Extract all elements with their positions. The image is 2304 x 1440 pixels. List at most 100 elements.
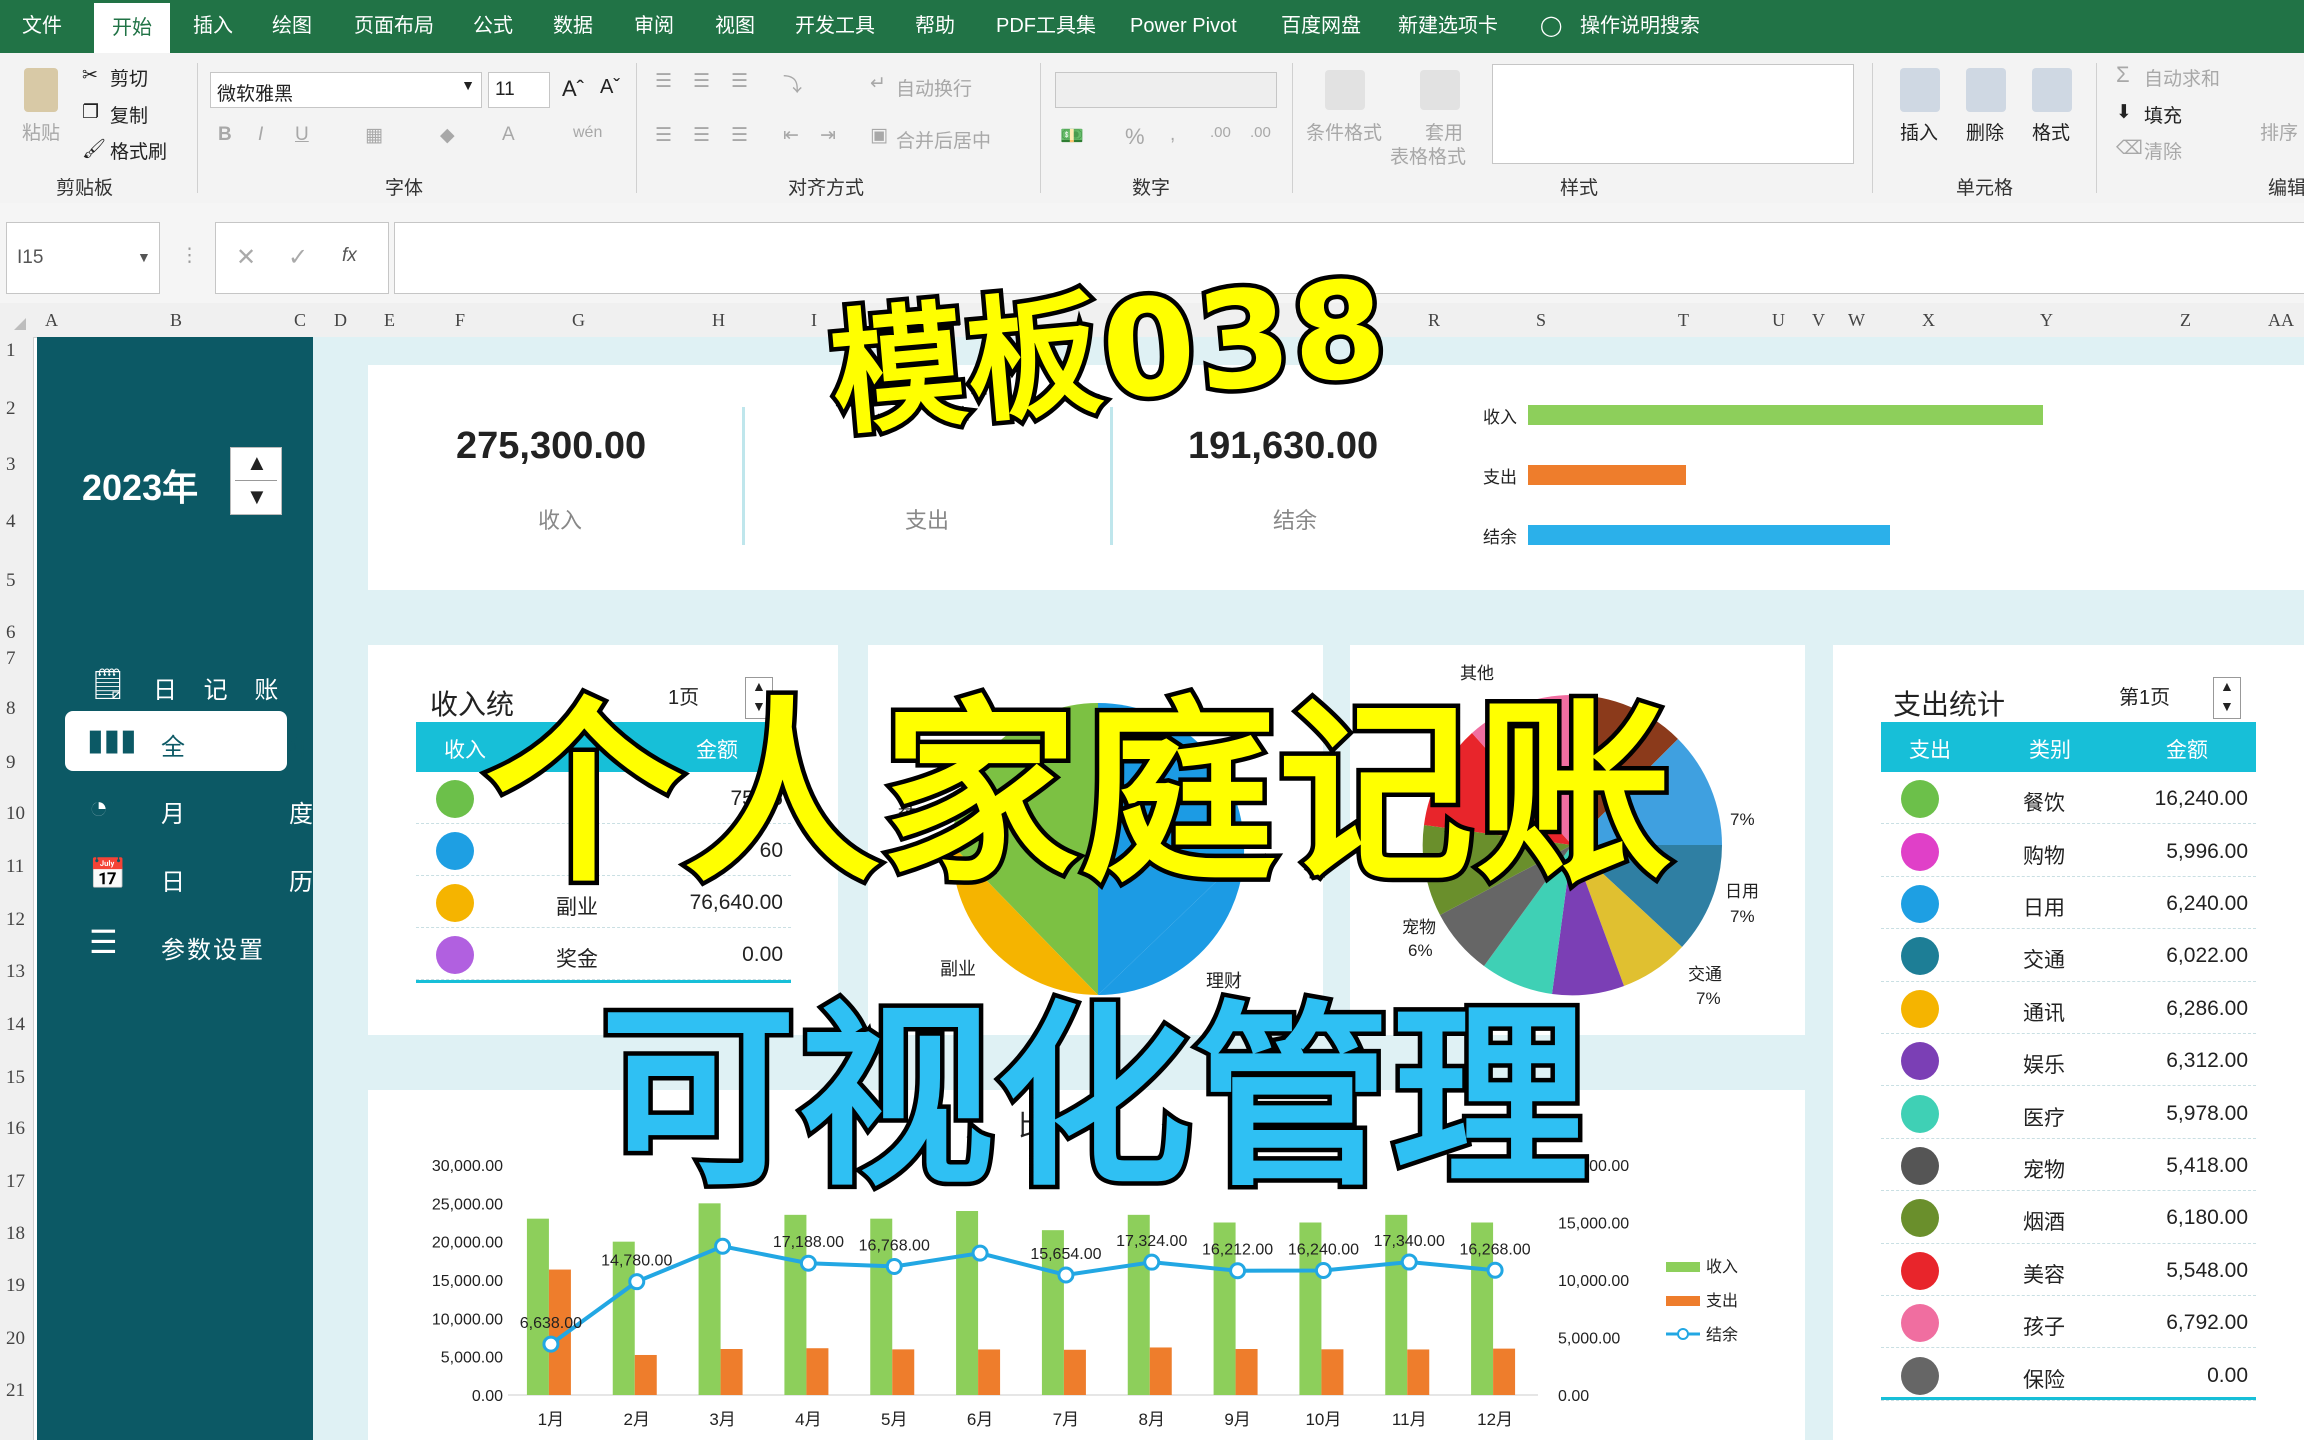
row-header[interactable]: 6 xyxy=(6,622,16,644)
fill-color-icon[interactable]: ◆ xyxy=(440,124,455,147)
col-header[interactable]: Z xyxy=(2180,310,2191,331)
autosum-button[interactable]: 自动求和 xyxy=(2144,64,2220,91)
align-bottom-icon[interactable]: ☰ xyxy=(731,70,748,93)
clear-button[interactable]: 清除 xyxy=(2144,137,2182,164)
tab-file[interactable]: 文件 xyxy=(22,0,62,53)
row-header[interactable]: 12 xyxy=(6,909,25,931)
row-header[interactable]: 3 xyxy=(6,454,16,476)
comma-icon[interactable]: , xyxy=(1170,124,1175,146)
paste-label[interactable]: 粘贴 xyxy=(22,118,60,145)
insert-cells-icon[interactable] xyxy=(1900,68,1940,112)
col-header[interactable]: R xyxy=(1428,310,1440,331)
currency-icon[interactable]: 💵 xyxy=(1060,124,1084,148)
tab-data[interactable]: 数据 xyxy=(553,0,593,53)
row-header[interactable]: 2 xyxy=(6,398,16,420)
conditional-format-icon[interactable] xyxy=(1325,70,1365,110)
col-header[interactable]: V xyxy=(1812,310,1825,331)
row-header[interactable]: 1 xyxy=(6,340,16,362)
format-as-table-label-2[interactable]: 表格格式 xyxy=(1390,142,1466,169)
cancel-icon[interactable]: ✕ xyxy=(236,243,256,272)
name-box[interactable]: I15 ▼ xyxy=(6,222,160,294)
row-header[interactable]: 17 xyxy=(6,1171,25,1193)
col-header[interactable]: T xyxy=(1678,310,1689,331)
col-header[interactable]: A xyxy=(45,310,58,331)
tab-baidu-netdisk[interactable]: 百度网盘 xyxy=(1281,0,1361,53)
format-cells-icon[interactable] xyxy=(2032,68,2072,112)
col-header[interactable]: B xyxy=(170,310,182,331)
decrease-font-icon[interactable]: Aˇ xyxy=(600,76,620,99)
decrease-decimal-icon[interactable]: .00 xyxy=(1250,124,1271,141)
row-header[interactable]: 19 xyxy=(6,1275,25,1297)
percent-icon[interactable]: % xyxy=(1125,124,1145,150)
col-header[interactable]: E xyxy=(384,310,395,331)
tab-formulas[interactable]: 公式 xyxy=(473,0,513,53)
tab-new-tab[interactable]: 新建选项卡 xyxy=(1398,0,1498,53)
select-all-corner[interactable] xyxy=(14,318,26,330)
expense-page-spinner[interactable]: ▲ ▼ xyxy=(2213,677,2241,719)
format-cells-button[interactable]: 格式 xyxy=(2032,118,2070,145)
row-header[interactable]: 16 xyxy=(6,1118,25,1140)
col-header[interactable]: S xyxy=(1536,310,1546,331)
align-left-icon[interactable]: ☰ xyxy=(655,124,672,147)
decrease-indent-icon[interactable]: ⇤ xyxy=(783,124,799,147)
orientation-icon[interactable]: ⤵ xyxy=(783,70,802,97)
spin-up-icon[interactable]: ▲ xyxy=(246,450,268,476)
nav-item-journal[interactable]: 🗒 日 记 账 xyxy=(67,655,307,713)
col-header[interactable]: AA xyxy=(2268,310,2294,331)
phonetic-icon[interactable]: wén xyxy=(573,124,602,142)
paste-icon[interactable] xyxy=(24,68,58,112)
nav-item-settings[interactable]: ☰ 参数设置 xyxy=(67,915,307,973)
row-header[interactable]: 4 xyxy=(6,511,16,533)
merge-center-button[interactable]: 合并后居中 xyxy=(896,126,991,153)
tab-review[interactable]: 审阅 xyxy=(634,0,674,53)
format-as-table-label-1[interactable]: 套用 xyxy=(1425,118,1463,145)
col-header[interactable]: X xyxy=(1922,310,1935,331)
row-header[interactable]: 7 xyxy=(6,648,16,670)
col-header[interactable]: I xyxy=(811,310,817,331)
row-header[interactable]: 20 xyxy=(6,1328,25,1350)
wrap-text-icon[interactable]: ↵ xyxy=(870,72,886,95)
fill-button[interactable]: 填充 xyxy=(2144,101,2182,128)
col-header[interactable]: U xyxy=(1772,310,1785,331)
format-painter-button[interactable]: 格式刷 xyxy=(110,137,167,164)
cell-styles-gallery[interactable] xyxy=(1492,64,1854,164)
tab-page-layout[interactable]: 页面布局 xyxy=(354,0,434,53)
row-header[interactable]: 10 xyxy=(6,803,25,825)
tab-pdf-tools[interactable]: PDF工具集 xyxy=(996,0,1096,53)
row-header[interactable]: 14 xyxy=(6,1014,25,1036)
col-header[interactable]: C xyxy=(294,310,306,331)
number-format-select[interactable] xyxy=(1055,72,1277,108)
spin-up-icon[interactable]: ▲ xyxy=(2220,678,2234,694)
row-header[interactable]: 15 xyxy=(6,1067,25,1089)
nav-item-monthly[interactable]: ◔ 月 度 xyxy=(67,779,313,837)
border-icon[interactable]: ▦ xyxy=(365,124,383,147)
increase-indent-icon[interactable]: ⇥ xyxy=(820,124,836,147)
conditional-format-button[interactable]: 条件格式 xyxy=(1306,118,1382,145)
font-name-select[interactable]: 微软雅黑 ▼ xyxy=(210,72,482,108)
cut-button[interactable]: 剪切 xyxy=(110,64,148,91)
increase-font-icon[interactable]: Aˆ xyxy=(562,76,584,102)
spin-down-icon[interactable]: ▼ xyxy=(2220,698,2234,714)
col-header[interactable]: G xyxy=(572,310,585,331)
row-header[interactable]: 5 xyxy=(6,570,16,592)
col-header[interactable]: W xyxy=(1848,310,1865,331)
col-header[interactable]: Y xyxy=(2040,310,2053,331)
col-header[interactable]: H xyxy=(712,310,725,331)
row-header[interactable]: 21 xyxy=(6,1380,25,1402)
spin-down-icon[interactable]: ▼ xyxy=(246,484,268,510)
tab-developer[interactable]: 开发工具 xyxy=(795,0,875,53)
row-header[interactable]: 9 xyxy=(6,752,16,774)
tab-insert[interactable]: 插入 xyxy=(193,0,233,53)
underline-icon[interactable]: U xyxy=(295,124,309,146)
align-right-icon[interactable]: ☰ xyxy=(731,124,748,147)
increase-decimal-icon[interactable]: .00 xyxy=(1210,124,1231,141)
year-spinner[interactable]: ▲ ▼ xyxy=(230,447,282,515)
tab-help[interactable]: 帮助 xyxy=(915,0,955,53)
copy-button[interactable]: 复制 xyxy=(110,101,148,128)
row-header[interactable]: 11 xyxy=(6,856,24,878)
merge-icon[interactable]: ▣ xyxy=(870,124,888,147)
row-header[interactable]: 8 xyxy=(6,698,16,720)
align-top-icon[interactable]: ☰ xyxy=(655,70,672,93)
font-size-select[interactable]: 11 xyxy=(488,72,550,108)
align-center-icon[interactable]: ☰ xyxy=(693,124,710,147)
